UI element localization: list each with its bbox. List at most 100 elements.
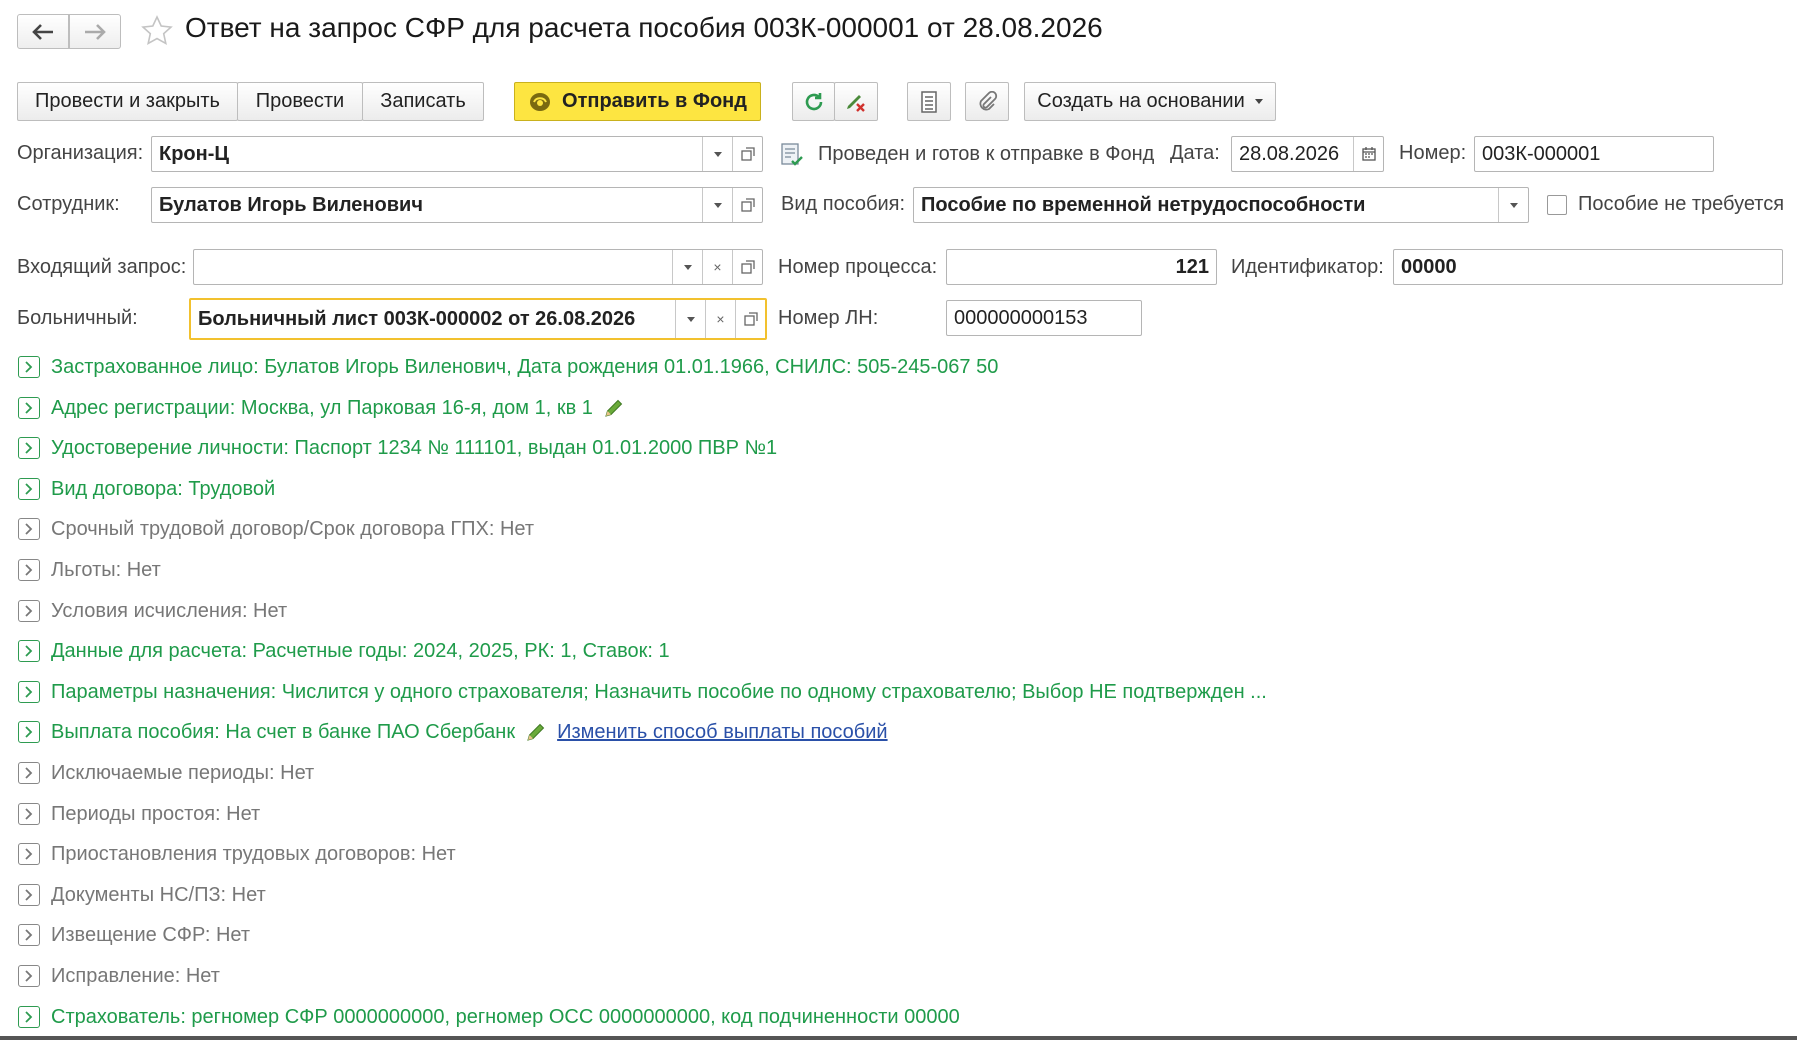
edit-delete-icon	[847, 94, 865, 112]
sick-leave-field[interactable]: Больничный лист 003К-000002 от 26.08.202…	[189, 298, 767, 340]
section-text[interactable]: Льготы: Нет	[51, 559, 161, 582]
collapsible-section[interactable]: Приостановления трудовых договоров: Нет	[18, 839, 456, 869]
sick-leave-dropdown-button[interactable]	[675, 300, 705, 338]
chevron-down-icon	[1254, 99, 1263, 104]
chevron-right-icon[interactable]	[18, 356, 40, 378]
organization-field[interactable]: Крон-Ц	[151, 136, 763, 172]
section-text[interactable]: Вид договора: Трудовой	[51, 478, 275, 501]
section-text[interactable]: Выплата пособия: На счет в банке ПАО Сбе…	[51, 721, 515, 744]
chevron-right-icon[interactable]	[18, 721, 40, 743]
chevron-right-icon[interactable]	[18, 803, 40, 825]
collapsible-section[interactable]: Исправление: Нет	[18, 961, 220, 991]
section-text[interactable]: Страхователь: регномер СФР 0000000000, р…	[51, 1006, 960, 1029]
refresh-icon	[805, 92, 822, 110]
incoming-request-clear-button[interactable]: ×	[702, 250, 732, 284]
collapsible-section[interactable]: Параметры назначения: Числится у одного …	[18, 677, 1267, 707]
collapsible-section[interactable]: Периоды простоя: Нет	[18, 799, 260, 829]
organization-dropdown-button[interactable]	[702, 137, 732, 171]
collapsible-section[interactable]: Выплата пособия: На счет в банке ПАО Сбе…	[18, 717, 888, 747]
number-field[interactable]: 003К-000001	[1474, 136, 1714, 172]
incoming-request-dropdown-button[interactable]	[672, 250, 702, 284]
no-benefit-checkbox[interactable]	[1547, 195, 1567, 215]
section-text[interactable]: Извещение СФР: Нет	[51, 924, 250, 947]
collapsible-section[interactable]: Удостоверение личности: Паспорт 1234 № 1…	[18, 433, 777, 463]
chevron-right-icon[interactable]	[18, 640, 40, 662]
chevron-right-icon[interactable]	[18, 437, 40, 459]
chevron-right-icon[interactable]	[18, 843, 40, 865]
back-button[interactable]	[17, 14, 69, 49]
section-text[interactable]: Приостановления трудовых договоров: Нет	[51, 843, 456, 866]
ln-number-label: Номер ЛН:	[778, 307, 879, 329]
pencil-icon[interactable]	[603, 397, 625, 419]
number-label: Номер:	[1399, 142, 1467, 164]
section-text[interactable]: Срочный трудовой договор/Срок договора Г…	[51, 518, 534, 541]
date-field[interactable]: 28.08.2026	[1231, 136, 1384, 172]
chevron-right-icon[interactable]	[18, 681, 40, 703]
employee-field[interactable]: Булатов Игорь Виленович	[151, 187, 763, 223]
benefit-type-field[interactable]: Пособие по временной нетрудоспособности	[913, 187, 1529, 223]
organization-open-button[interactable]	[732, 137, 762, 171]
incoming-request-field[interactable]: ×	[193, 249, 763, 285]
send-to-fund-button[interactable]: Отправить в Фонд	[514, 82, 761, 121]
section-text[interactable]: Застрахованное лицо: Булатов Игорь Вилен…	[51, 356, 998, 379]
section-text[interactable]: Периоды простоя: Нет	[51, 803, 260, 826]
incoming-request-label: Входящий запрос:	[17, 256, 187, 278]
employee-label: Сотрудник:	[17, 193, 120, 215]
identifier-field[interactable]: 00000	[1393, 249, 1783, 285]
attachments-button[interactable]	[965, 82, 1009, 121]
section-text[interactable]: Адрес регистрации: Москва, ул Парковая 1…	[51, 397, 593, 420]
collapsible-section[interactable]: Срочный трудовой договор/Срок договора Г…	[18, 514, 534, 544]
collapsible-section[interactable]: Извещение СФР: Нет	[18, 920, 250, 950]
chevron-right-icon[interactable]	[18, 1006, 40, 1028]
employee-open-button[interactable]	[732, 188, 762, 222]
employee-dropdown-button[interactable]	[702, 188, 732, 222]
sick-leave-open-button[interactable]	[735, 300, 765, 338]
chevron-right-icon[interactable]	[18, 924, 40, 946]
section-text[interactable]: Исключаемые периоды: Нет	[51, 762, 314, 785]
forward-button[interactable]	[69, 14, 121, 49]
chevron-right-icon[interactable]	[18, 559, 40, 581]
collapsible-section[interactable]: Застрахованное лицо: Булатов Игорь Вилен…	[18, 352, 998, 382]
write-button[interactable]: Записать	[362, 82, 484, 121]
collapsible-section[interactable]: Льготы: Нет	[18, 555, 161, 585]
collapsible-section[interactable]: Данные для расчета: Расчетные годы: 2024…	[18, 636, 670, 666]
chevron-right-icon[interactable]	[18, 600, 40, 622]
process-number-value: 121	[1175, 255, 1209, 278]
incoming-request-open-button[interactable]	[732, 250, 762, 284]
collapsible-section[interactable]: Страхователь: регномер СФР 0000000000, р…	[18, 1002, 960, 1032]
collapsible-section[interactable]: Адрес регистрации: Москва, ул Парковая 1…	[18, 393, 625, 423]
refresh-button[interactable]	[792, 82, 835, 121]
favorite-star-icon[interactable]	[140, 14, 174, 48]
collapsible-section[interactable]: Документы НС/ПЗ: Нет	[18, 880, 266, 910]
create-based-on-button[interactable]: Создать на основании	[1024, 82, 1276, 121]
collapsible-section[interactable]: Условия исчисления: Нет	[18, 596, 287, 626]
section-text[interactable]: Условия исчисления: Нет	[51, 600, 287, 623]
collapsible-section[interactable]: Вид договора: Трудовой	[18, 474, 275, 504]
chevron-right-icon[interactable]	[18, 397, 40, 419]
section-text[interactable]: Удостоверение личности: Паспорт 1234 № 1…	[51, 437, 777, 460]
change-payment-method-link[interactable]: Изменить способ выплаты пособий	[557, 721, 887, 744]
sick-leave-clear-button[interactable]: ×	[705, 300, 735, 338]
chevron-right-icon[interactable]	[18, 478, 40, 500]
chevron-right-icon[interactable]	[18, 518, 40, 540]
post-button[interactable]: Провести	[237, 82, 363, 121]
benefit-type-dropdown-button[interactable]	[1498, 188, 1528, 222]
clear-signature-button[interactable]	[834, 82, 878, 121]
section-text[interactable]: Исправление: Нет	[51, 965, 220, 988]
section-text[interactable]: Документы НС/ПЗ: Нет	[51, 884, 266, 907]
chevron-right-icon[interactable]	[18, 965, 40, 987]
section-text[interactable]: Параметры назначения: Числится у одного …	[51, 681, 1267, 704]
calendar-button[interactable]	[1353, 137, 1383, 171]
collapsible-section[interactable]: Исключаемые периоды: Нет	[18, 758, 314, 788]
status-text: Проведен и готов к отправке в Фонд	[818, 143, 1155, 165]
document-list-button[interactable]	[907, 82, 951, 121]
post-and-close-button[interactable]: Провести и закрыть	[17, 82, 238, 121]
list-document-icon	[921, 90, 937, 113]
pencil-icon[interactable]	[525, 721, 547, 743]
chevron-right-icon[interactable]	[18, 884, 40, 906]
ln-number-field[interactable]: 000000000153	[946, 300, 1142, 336]
chevron-right-icon[interactable]	[18, 762, 40, 784]
process-number-field[interactable]: 121	[946, 249, 1217, 285]
paperclip-icon	[979, 90, 998, 110]
section-text[interactable]: Данные для расчета: Расчетные годы: 2024…	[51, 640, 670, 663]
